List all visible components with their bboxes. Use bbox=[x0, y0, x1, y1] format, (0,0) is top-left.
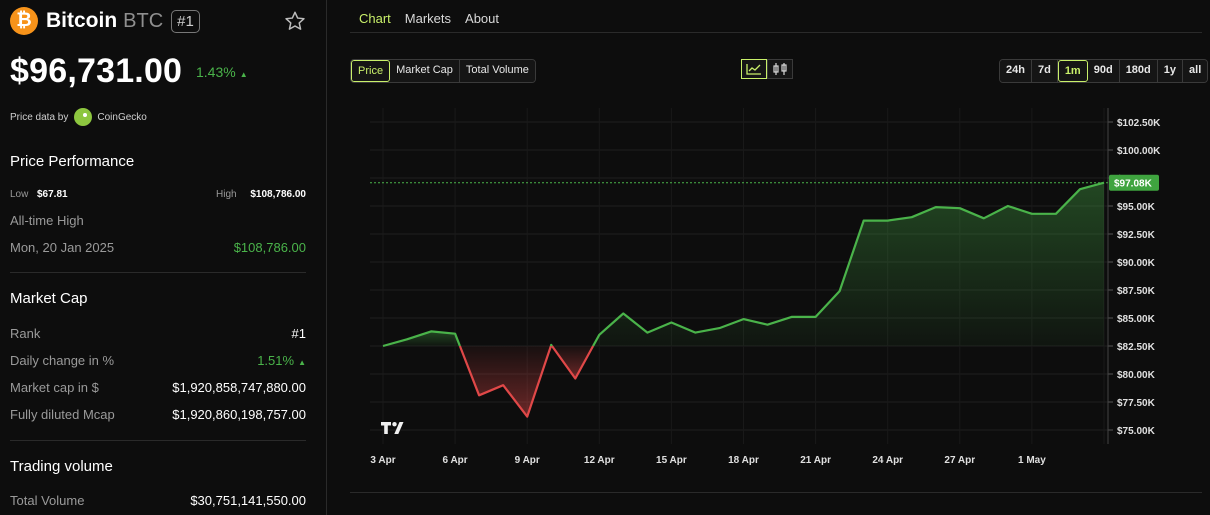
range-7d-button[interactable]: 7d bbox=[1031, 60, 1058, 82]
daily-change-value: 1.51% bbox=[257, 353, 295, 368]
y-axis: $102.50K$100.00K$97.50K$95.00K$92.50K$90… bbox=[1107, 108, 1161, 444]
x-tick-label: 3 Apr bbox=[370, 455, 395, 466]
y-tick-label: $102.50K bbox=[1117, 118, 1161, 129]
price-change-badge: 1.43% ▲ bbox=[196, 64, 248, 80]
y-tick-label: $82.50K bbox=[1117, 342, 1156, 353]
y-tick-label: $77.50K bbox=[1117, 398, 1156, 409]
market-cap-title: Market Cap bbox=[10, 290, 88, 307]
total-volume-label: Total Volume bbox=[10, 493, 85, 508]
y-tick-label: $90.00K bbox=[1117, 258, 1156, 269]
range-all-button[interactable]: all bbox=[1183, 60, 1208, 82]
x-tick-label: 24 Apr bbox=[872, 455, 903, 466]
total-volume-row: Total Volume $30,751,141,550.00 bbox=[10, 493, 306, 511]
current-price-marker: $97.08K bbox=[370, 174, 1159, 191]
market-cap-row: Market cap in $ $1,920,858,747,880.00 bbox=[10, 380, 306, 398]
y-tick-label: $75.00K bbox=[1117, 426, 1156, 437]
chart-type-toggle bbox=[741, 59, 793, 79]
price-change-value: 1.43% bbox=[196, 64, 236, 80]
range-24h-button[interactable]: 24h bbox=[1000, 60, 1032, 82]
high-label: High bbox=[216, 189, 237, 200]
tab-about[interactable]: About bbox=[465, 11, 499, 26]
current-price: $96,731.00 bbox=[10, 52, 183, 90]
tabs-underline bbox=[350, 32, 1202, 33]
daily-change-label: Daily change in % bbox=[10, 353, 115, 368]
price-data-source: Price data by CoinGecko bbox=[10, 108, 147, 126]
x-tick-label: 18 Apr bbox=[728, 455, 759, 466]
high-value: $108,786.00 bbox=[250, 189, 306, 200]
low-high-row: Low $67.81 High $108,786.00 bbox=[10, 189, 306, 207]
y-tick-label: $92.50K bbox=[1117, 230, 1156, 241]
rank-value: #1 bbox=[291, 326, 306, 341]
ath-date-row: Mon, 20 Jan 2025 $108,786.00 bbox=[10, 240, 306, 258]
coingecko-logo-icon bbox=[74, 108, 93, 126]
ath-label: All-time High bbox=[10, 213, 84, 228]
rank-label: Rank bbox=[10, 326, 41, 341]
line-chart-icon[interactable] bbox=[741, 59, 767, 79]
ath-row: All-time High bbox=[10, 213, 306, 231]
rank-row: Rank #1 bbox=[10, 326, 306, 344]
tab-chart[interactable]: Chart bbox=[359, 11, 391, 26]
trading-volume-title: Trading volume bbox=[10, 458, 113, 475]
range-90d-button[interactable]: 90d bbox=[1087, 60, 1120, 82]
range-180d-button[interactable]: 180d bbox=[1119, 60, 1158, 82]
price-line-up bbox=[549, 343, 553, 347]
price-metric-button[interactable]: Price bbox=[351, 60, 391, 82]
chart-bottom-divider bbox=[350, 492, 1202, 493]
price-chart[interactable]: $102.50K$100.00K$97.50K$95.00K$92.50K$90… bbox=[350, 100, 1202, 472]
candlestick-chart-icon[interactable] bbox=[767, 59, 793, 79]
triangle-up-icon: ▲ bbox=[239, 70, 248, 79]
coin-symbol: BTC bbox=[123, 9, 164, 32]
y-tick-label: $80.00K bbox=[1117, 370, 1156, 381]
time-range-selector: 24h 7d 1m 90d 180d 1y all bbox=[999, 59, 1209, 83]
divider bbox=[10, 272, 306, 273]
x-tick-label: 9 Apr bbox=[515, 455, 540, 466]
rank-badge: #1 bbox=[171, 9, 200, 33]
total-volume-value: $30,751,141,550.00 bbox=[190, 493, 306, 508]
tab-markets[interactable]: Markets bbox=[405, 11, 451, 26]
divider bbox=[10, 440, 306, 441]
x-tick-label: 27 Apr bbox=[944, 455, 975, 466]
range-1y-button[interactable]: 1y bbox=[1157, 60, 1184, 82]
coin-header: ₿ Bitcoin BTC #1 bbox=[10, 6, 200, 36]
bitcoin-logo-icon: ₿ bbox=[10, 7, 38, 35]
provider-name[interactable]: CoinGecko bbox=[97, 112, 146, 123]
y-tick-label: $100.00K bbox=[1117, 146, 1161, 157]
daily-change-value-wrap: 1.51% ▲ bbox=[257, 353, 306, 368]
market-cap-metric-button[interactable]: Market Cap bbox=[390, 60, 460, 82]
current-price-label: $97.08K bbox=[1114, 179, 1153, 190]
x-tick-label: 1 May bbox=[1018, 455, 1046, 466]
total-volume-metric-button[interactable]: Total Volume bbox=[459, 60, 535, 82]
market-cap-label: Market cap in $ bbox=[10, 380, 99, 395]
range-1m-button[interactable]: 1m bbox=[1057, 60, 1088, 82]
ath-value: $108,786.00 bbox=[233, 240, 306, 255]
tradingview-logo-icon[interactable] bbox=[381, 422, 404, 434]
x-tick-label: 12 Apr bbox=[584, 455, 615, 466]
coin-name: Bitcoin bbox=[46, 9, 118, 32]
price-performance-title: Price Performance bbox=[10, 153, 135, 170]
ath-date: Mon, 20 Jan 2025 bbox=[10, 240, 115, 255]
main-tabs: Chart Markets About bbox=[359, 11, 513, 26]
star-icon[interactable] bbox=[284, 10, 306, 32]
low-value: $67.81 bbox=[37, 189, 68, 200]
fdv-value: $1,920,860,198,757.00 bbox=[172, 407, 306, 422]
y-tick-label: $87.50K bbox=[1117, 286, 1156, 297]
x-tick-label: 6 Apr bbox=[442, 455, 467, 466]
fdv-label: Fully diluted Mcap bbox=[10, 407, 115, 422]
low-label: Low bbox=[10, 189, 29, 200]
price-data-label: Price data by bbox=[10, 111, 69, 123]
y-tick-label: $85.00K bbox=[1117, 314, 1156, 325]
x-tick-label: 21 Apr bbox=[800, 455, 831, 466]
daily-change-row: Daily change in % 1.51% ▲ bbox=[10, 353, 306, 371]
fdv-row: Fully diluted Mcap $1,920,860,198,757.00 bbox=[10, 407, 306, 425]
x-tick-label: 15 Apr bbox=[656, 455, 687, 466]
coin-info-panel: ₿ Bitcoin BTC #1 $96,731.00 1.43% ▲ Price… bbox=[0, 0, 327, 515]
y-tick-label: $95.00K bbox=[1117, 202, 1156, 213]
triangle-up-icon: ▲ bbox=[298, 358, 306, 367]
market-cap-value: $1,920,858,747,880.00 bbox=[172, 380, 306, 395]
x-axis: 3 Apr 6 Apr 9 Apr 12 Apr 15 Apr 18 Apr 21 Apr 2… bbox=[370, 455, 1046, 466]
metric-selector: Price Market Cap Total Volume bbox=[350, 59, 536, 83]
